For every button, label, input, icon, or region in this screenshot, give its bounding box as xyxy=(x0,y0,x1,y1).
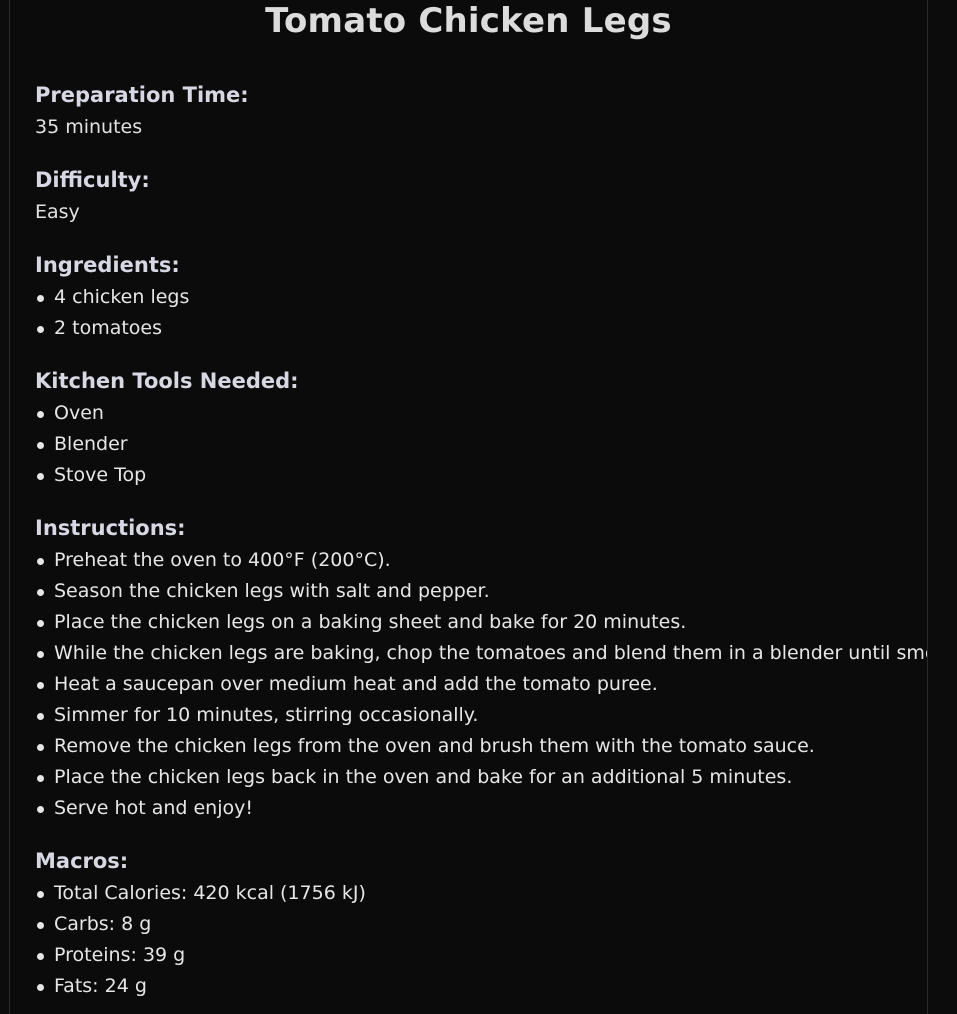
recipe-content: Preparation Time: 35 minutes Difficulty:… xyxy=(35,78,927,1014)
difficulty-heading: Difficulty: xyxy=(35,168,150,192)
difficulty-section: Difficulty: Easy xyxy=(35,163,917,228)
prep-time-value: 35 minutes xyxy=(35,116,143,138)
macro-item: Total Calories: 420 kcal (1756 kJ) xyxy=(35,878,917,909)
instruction-step: Heat a saucepan over medium heat and add… xyxy=(35,669,917,700)
tools-heading: Kitchen Tools Needed: xyxy=(35,369,299,393)
macros-section: Macros: Total Calories: 420 kcal (1756 k… xyxy=(35,844,917,1002)
ingredient-item: 4 chicken legs xyxy=(35,282,917,313)
instruction-step: While the chicken legs are baking, chop … xyxy=(35,638,927,669)
macros-heading: Macros: xyxy=(35,849,129,873)
prep-time-heading: Preparation Time: xyxy=(35,83,249,107)
recipe-panel: Tomato Chicken Legs Preparation Time: 35… xyxy=(9,0,928,1014)
instructions-list: Preheat the oven to 400°F (200°C). Seaso… xyxy=(35,545,927,824)
prep-time-section: Preparation Time: 35 minutes xyxy=(35,78,917,143)
instruction-step: Simmer for 10 minutes, stirring occasion… xyxy=(35,700,917,731)
ingredients-heading: Ingredients: xyxy=(35,253,180,277)
macro-item: Proteins: 39 g xyxy=(35,940,917,971)
tool-item: Blender xyxy=(35,429,917,460)
instruction-step: Serve hot and enjoy! xyxy=(35,793,917,824)
instruction-step: Place the chicken legs back in the oven … xyxy=(35,762,917,793)
instructions-section: Instructions: Preheat the oven to 400°F … xyxy=(35,511,927,824)
instruction-step: Preheat the oven to 400°F (200°C). xyxy=(35,545,917,576)
ingredients-list: 4 chicken legs 2 tomatoes xyxy=(35,282,917,344)
tool-item: Oven xyxy=(35,398,917,429)
page-title: Tomato Chicken Legs xyxy=(265,1,672,41)
instruction-step: Season the chicken legs with salt and pe… xyxy=(35,576,917,607)
macro-item: Fats: 24 g xyxy=(35,971,917,1002)
instruction-step: Remove the chicken legs from the oven an… xyxy=(35,731,917,762)
tools-list: Oven Blender Stove Top xyxy=(35,398,917,491)
tools-section: Kitchen Tools Needed: Oven Blender Stove… xyxy=(35,364,917,491)
instruction-step: Place the chicken legs on a baking sheet… xyxy=(35,607,917,638)
ingredient-item: 2 tomatoes xyxy=(35,313,917,344)
ingredients-section: Ingredients: 4 chicken legs 2 tomatoes xyxy=(35,248,917,344)
tool-item: Stove Top xyxy=(35,460,917,491)
difficulty-value: Easy xyxy=(35,201,80,223)
macro-item: Carbs: 8 g xyxy=(35,909,917,940)
macros-list: Total Calories: 420 kcal (1756 kJ) Carbs… xyxy=(35,878,917,1002)
instructions-heading: Instructions: xyxy=(35,516,186,540)
